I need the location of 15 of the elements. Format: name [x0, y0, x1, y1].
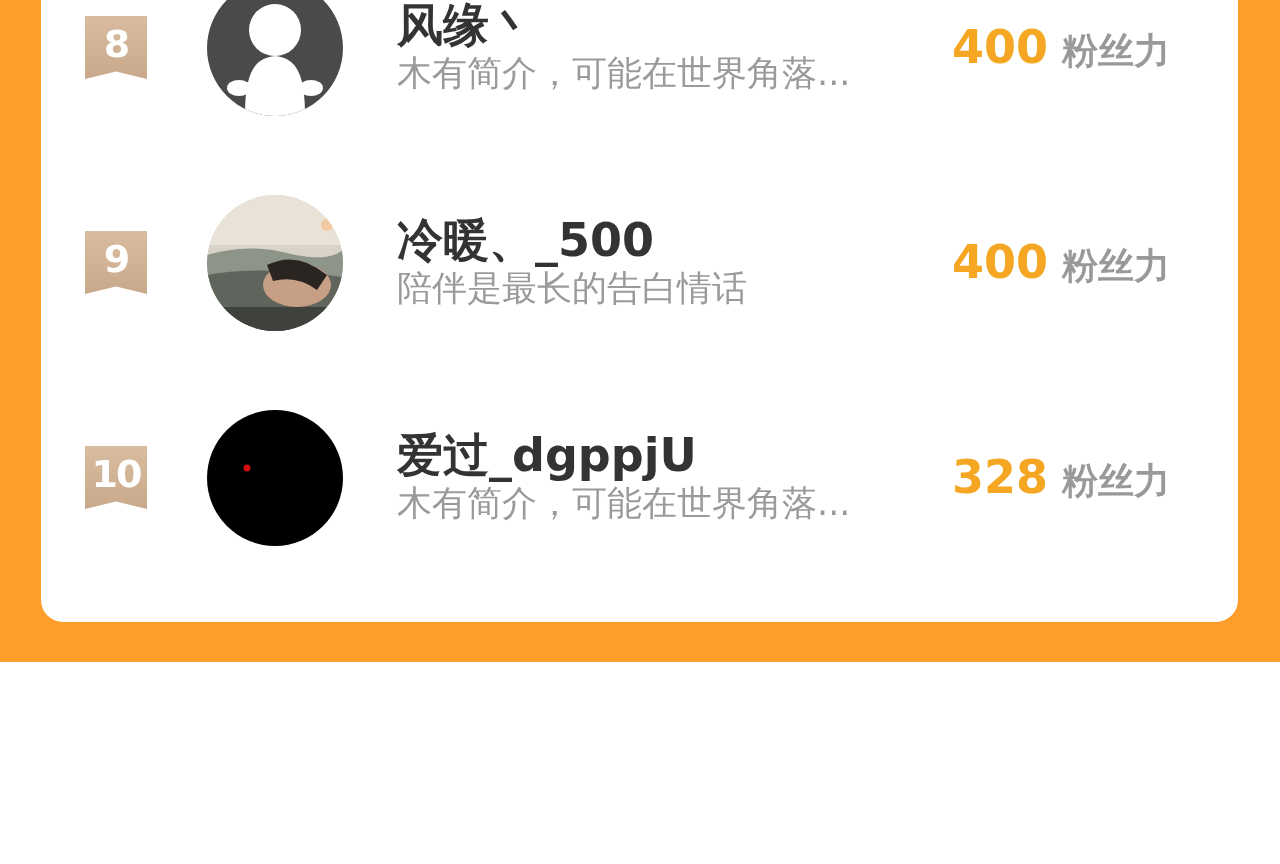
user-bio: 陪伴是最长的告白情话	[397, 267, 748, 309]
rank-badge: 8	[85, 16, 147, 79]
fan-score: 328	[951, 449, 1048, 504]
user-bio: 木有简介，可能在世界角落...	[397, 51, 852, 94]
user-name[interactable]: 冷暖、_500	[397, 216, 937, 265]
rank-badge: 10	[85, 446, 147, 509]
user-name[interactable]: 风缘丶	[397, 1, 937, 50]
fan-score-label: 粉丝力	[1062, 458, 1170, 503]
user-bio: 木有简介，可能在世界角落...	[397, 482, 852, 524]
fan-score: 400	[951, 19, 1048, 74]
rank-badge: 9	[85, 231, 147, 294]
fan-score-label: 粉丝力	[1062, 243, 1170, 288]
fan-score: 400	[951, 234, 1048, 289]
user-name[interactable]: 爱过_dgppjU	[397, 431, 937, 480]
fan-score-label: 粉丝力	[1062, 28, 1170, 73]
